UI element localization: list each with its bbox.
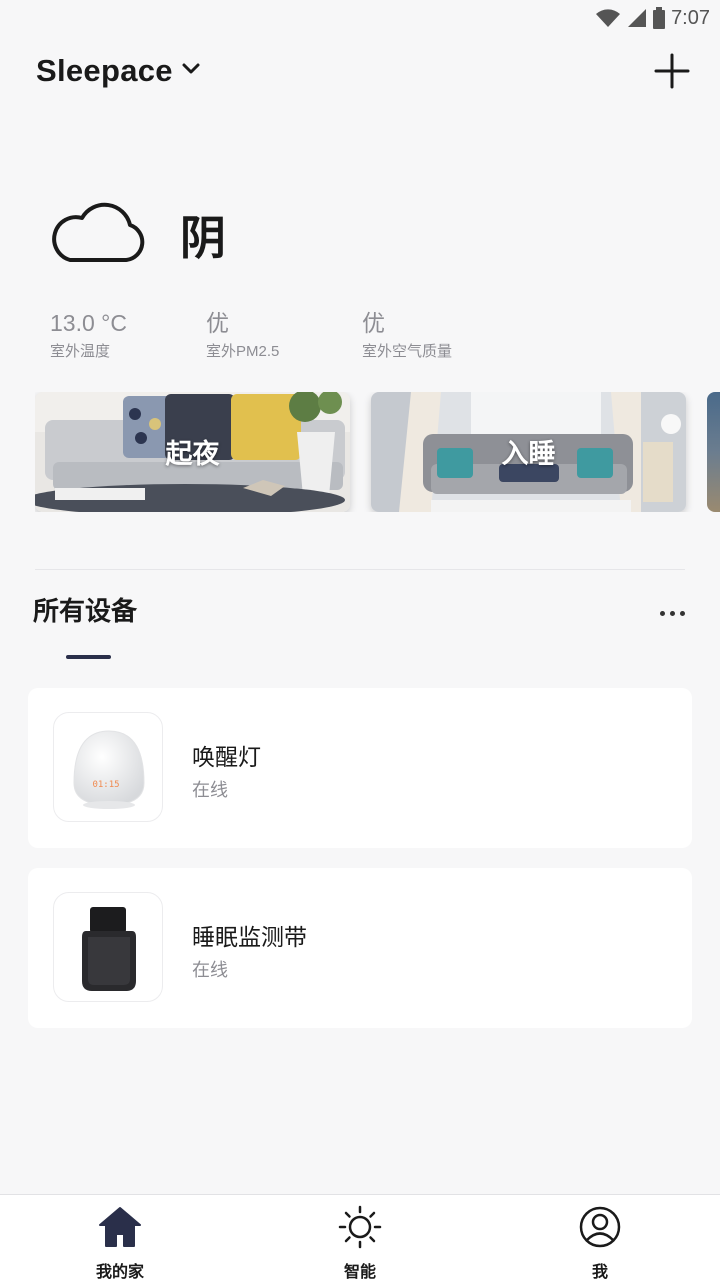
weather-condition: 阴: [180, 211, 226, 264]
sleep-monitor-image: [82, 907, 136, 991]
tab-label: 我: [591, 1264, 608, 1280]
device-name: 睡眠监测带: [192, 924, 307, 950]
plus-icon: [652, 53, 692, 95]
home-selector[interactable]: Sleepace: [36, 53, 201, 89]
chevron-down-icon: [181, 62, 201, 81]
scene-label: 入睡: [501, 439, 556, 469]
scene-card-fall-asleep[interactable]: 入睡: [371, 392, 686, 512]
scene-card-night-up[interactable]: 起夜: [35, 392, 350, 512]
device-card-sleep-monitor-belt[interactable]: 睡眠监测带 在线: [28, 868, 692, 1028]
scene-label: 起夜: [165, 439, 220, 469]
divider: [35, 569, 685, 570]
stat-outdoor-air-quality: 优 室外空气质量: [362, 308, 518, 361]
stat-label: 室外空气质量: [362, 343, 453, 360]
stat-value: 优: [362, 310, 385, 336]
cloud-icon: [48, 200, 148, 269]
sun-icon: [337, 1205, 383, 1254]
status-time: 7:07: [671, 6, 710, 29]
stat-value: 优: [206, 310, 229, 336]
stat-outdoor-temperature: 13.0 °C 室外温度: [50, 308, 206, 361]
device-name: 唤醒灯: [192, 744, 261, 770]
wake-light-image: 01:15: [73, 730, 145, 809]
tab-me[interactable]: 我: [480, 1195, 720, 1280]
stat-outdoor-pm25: 优 室外PM2.5: [206, 308, 362, 361]
wifi-icon: [595, 8, 621, 28]
scene-carousel[interactable]: 起夜 入睡: [35, 392, 720, 512]
more-options-button[interactable]: [652, 600, 692, 626]
tab-label: 智能: [343, 1264, 376, 1280]
more-dots-icon: [669, 610, 675, 616]
weather-stats: 13.0 °C 室外温度 优 室外PM2.5 优 室外空气质量: [50, 308, 518, 361]
add-button[interactable]: [652, 51, 692, 91]
tab-smart[interactable]: 智能: [240, 1195, 480, 1280]
stat-label: 室外温度: [50, 343, 111, 360]
tab-my-home[interactable]: 我的家: [0, 1195, 240, 1280]
tab-label: 我的家: [95, 1264, 144, 1280]
header: Sleepace: [36, 48, 692, 94]
status-bar: 7:07: [0, 0, 720, 36]
device-card-wake-light[interactable]: 01:15 唤醒灯 在线: [28, 688, 692, 848]
weather-panel: 阴: [48, 200, 226, 269]
wake-light-clock-display: 01:15: [92, 780, 119, 790]
section-underline: [66, 655, 111, 659]
user-icon: [577, 1205, 623, 1254]
stat-value: 13.0 °C: [50, 310, 127, 336]
device-thumbnail: [53, 892, 163, 1002]
home-name: Sleepace: [36, 53, 173, 88]
signal-icon: [627, 8, 647, 28]
home-icon: [97, 1205, 143, 1254]
stat-label: 室外PM2.5: [206, 343, 280, 360]
bottom-tab-bar: 我的家 智能 我: [0, 1194, 720, 1280]
device-status: 在线: [192, 960, 228, 980]
more-dots-icon: [659, 610, 665, 616]
scene-card-partial[interactable]: [707, 392, 720, 512]
device-thumbnail: 01:15: [53, 712, 163, 822]
section-title: 所有设备: [33, 596, 138, 626]
more-dots-icon: [679, 610, 685, 616]
device-status: 在线: [192, 780, 228, 800]
battery-icon: [653, 7, 666, 29]
